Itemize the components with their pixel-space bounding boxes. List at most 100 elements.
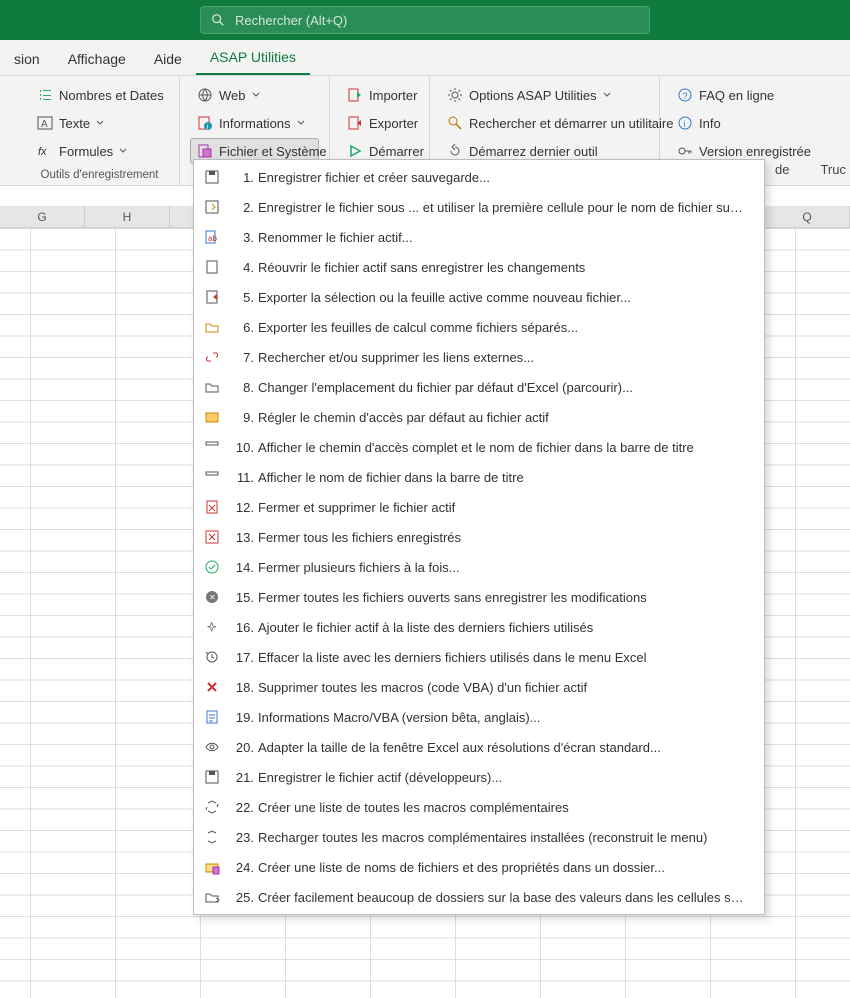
fichier-systeme-menu: 1. Enregistrer fichier et créer sauvegar… [193,159,765,915]
search-input[interactable]: Rechercher (Alt+Q) [200,6,650,34]
svg-text:fx: fx [38,146,47,158]
texte-button[interactable]: A Texte [30,110,169,136]
menu-item-show-full-path[interactable]: 10. Afficher le chemin d'accès complet e… [194,432,764,462]
redo-icon [447,143,463,159]
folder-list-icon [202,857,222,877]
close-icon [202,527,222,547]
menu-item-export-selection[interactable]: 5. Exporter la sélection ou la feuille a… [194,282,764,312]
info-sheet-icon: i [197,115,213,131]
svg-text:i: i [684,119,686,129]
menu-item-remove-macros[interactable]: 18. Supprimer toutes les macros (code VB… [194,672,764,702]
exporter-button[interactable]: Exporter [340,110,419,136]
gear-icon [447,87,463,103]
menu-item-create-folders[interactable]: 25. Créer facilement beaucoup de dossier… [194,882,764,912]
list-numbered-icon [37,87,53,103]
menu-item-show-filename[interactable]: 11. Afficher le nom de fichier dans la b… [194,462,764,492]
check-circle-icon [202,557,222,577]
recycle-icon [202,797,222,817]
faq-button[interactable]: ? FAQ en ligne [670,82,810,108]
chevron-down-icon [252,91,260,99]
play-icon [347,143,363,159]
options-button[interactable]: Options ASAP Utilities [440,82,649,108]
pin-icon [202,617,222,637]
chevron-down-icon [119,147,127,155]
info-button[interactable]: i Info [670,110,810,136]
history-clear-icon [202,647,222,667]
search-icon [211,13,225,27]
importer-button[interactable]: Importer [340,82,419,108]
informations-button[interactable]: i Informations [190,110,319,136]
chevron-down-icon [297,119,305,127]
info-icon: i [677,115,693,131]
import-icon [347,87,363,103]
svg-text:ab: ab [208,234,217,243]
menu-item-reopen[interactable]: 4. Réouvrir le fichier actif sans enregi… [194,252,764,282]
broken-link-icon [202,347,222,367]
ribbon-group-outils: Nombres et Dates A Texte fx Formules Out… [0,76,180,185]
folder-path-icon [202,407,222,427]
truncated-label: de [775,162,789,177]
x-icon [202,677,222,697]
group-label: Outils d'enregistrement [30,167,169,181]
svg-text:?: ? [683,91,688,101]
fx-icon: fx [37,143,53,159]
stop-icon: ✕ [202,587,222,607]
menu-item-save-as[interactable]: 2. Enregistrer le fichier sous ... et ut… [194,192,764,222]
globe-icon [197,87,213,103]
menu-item-rename[interactable]: ab 3. Renommer le fichier actif... [194,222,764,252]
folder-open-icon [202,377,222,397]
report-icon [202,707,222,727]
save-as-icon [202,197,222,217]
menu-item-reload-addins[interactable]: 23. Recharger toutes les macros compléme… [194,822,764,852]
menu-item-close-delete[interactable]: 12. Fermer et supprimer le fichier actif [194,492,764,522]
tab-aide[interactable]: Aide [140,43,196,75]
col-header[interactable]: Q [765,206,850,228]
titlebar-icon [202,437,222,457]
export-icon [347,115,363,131]
search-placeholder: Rechercher (Alt+Q) [235,13,347,28]
chevron-down-icon [96,119,104,127]
formules-button[interactable]: fx Formules [30,138,169,164]
tab-asap-utilities[interactable]: ASAP Utilities [196,41,310,75]
save-icon [202,167,222,187]
menu-item-set-default-path[interactable]: 9. Régler le chemin d'accès par défaut a… [194,402,764,432]
ribbon-tabs: sion Affichage Aide ASAP Utilities [0,40,850,76]
web-button[interactable]: Web [190,82,319,108]
menu-item-export-sheets[interactable]: 6. Exporter les feuilles de calcul comme… [194,312,764,342]
rename-icon: ab [202,227,222,247]
nombres-dates-button[interactable]: Nombres et Dates [30,82,169,108]
col-header[interactable]: G [0,206,85,228]
menu-item-close-all-unsaved[interactable]: ✕ 15. Fermer toutes les fichiers ouverts… [194,582,764,612]
file-system-icon [197,143,213,159]
menu-item-list-addins[interactable]: 22. Créer une liste de toutes les macros… [194,792,764,822]
export-file-icon [202,287,222,307]
menu-item-macro-info[interactable]: 19. Informations Macro/VBA (version bêta… [194,702,764,732]
key-icon [677,143,693,159]
folders-icon [202,887,222,907]
folder-export-icon [202,317,222,337]
file-icon [202,257,222,277]
help-icon: ? [677,87,693,103]
chevron-down-icon [603,91,611,99]
menu-item-save-backup[interactable]: 1. Enregistrer fichier et créer sauvegar… [194,162,764,192]
menu-item-search-links[interactable]: 7. Rechercher et/ou supprimer les liens … [194,342,764,372]
save-dev-icon [202,767,222,787]
menu-item-resize-window[interactable]: 20. Adapter la taille de la fenêtre Exce… [194,732,764,762]
menu-item-clear-recent[interactable]: 17. Effacer la liste avec les derniers f… [194,642,764,672]
search-icon [447,115,463,131]
col-header[interactable]: H [85,206,170,228]
menu-item-change-default-location[interactable]: 8. Changer l'emplacement du fichier par … [194,372,764,402]
menu-item-save-dev[interactable]: 21. Enregistrer le fichier actif (dévelo… [194,762,764,792]
menu-item-close-multiple[interactable]: 14. Fermer plusieurs fichiers à la fois.… [194,552,764,582]
tab-revision[interactable]: sion [0,43,54,75]
menu-item-list-files[interactable]: 24. Créer une liste de noms de fichiers … [194,852,764,882]
text-box-icon: A [37,115,53,131]
eye-icon [202,737,222,757]
menu-item-add-recent[interactable]: 16. Ajouter le fichier actif à la liste … [194,612,764,642]
svg-text:A: A [41,119,48,130]
rechercher-demarrer-button[interactable]: Rechercher et démarrer un utilitaire [440,110,649,136]
menu-item-close-all-saved[interactable]: 13. Fermer tous les fichiers enregistrés [194,522,764,552]
title-bar: Rechercher (Alt+Q) [0,0,850,40]
tab-affichage[interactable]: Affichage [54,43,140,75]
titlebar-icon [202,467,222,487]
